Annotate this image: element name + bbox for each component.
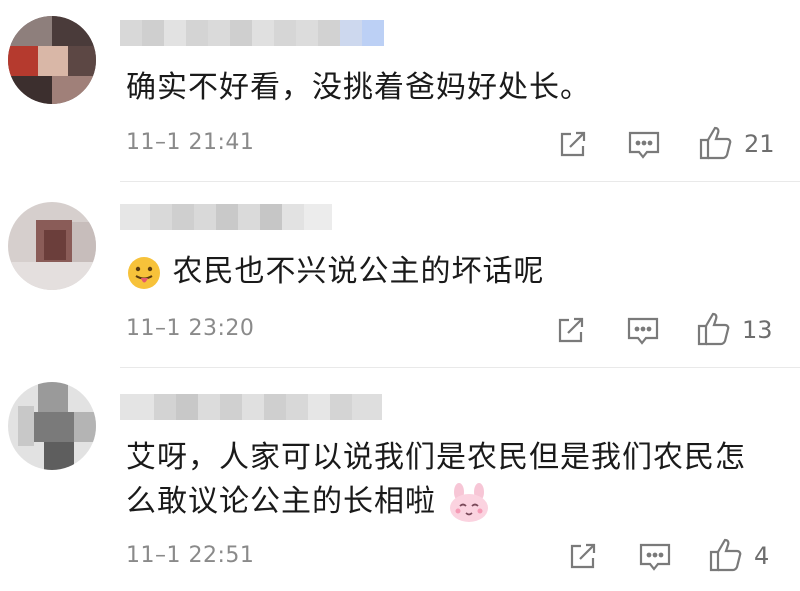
comment-item: 艾呀，人家可以说我们是农民但是我们农民怎 么敢议论公主的长相啦 11–1 22:… <box>0 368 800 591</box>
share-icon[interactable] <box>555 314 587 346</box>
comment-text-line: 艾呀，人家可以说我们是农民但是我们农民怎 <box>126 440 746 475</box>
comment-text: 确实不好看，没挑着爸妈好处长。 <box>126 62 591 114</box>
comment-time: 11–1 22:51 <box>126 543 255 568</box>
thumbs-up-icon[interactable] <box>696 311 732 347</box>
avatar[interactable] <box>8 16 96 104</box>
like-count: 21 <box>744 130 775 158</box>
avatar[interactable] <box>8 202 96 290</box>
comment-text: 农民也不兴说公主的坏话呢 <box>126 246 545 298</box>
like-count: 4 <box>754 542 770 570</box>
comment-text-line: 确实不好看，没挑着爸妈好处长。 <box>126 70 591 105</box>
username-blurred[interactable] <box>120 394 382 420</box>
comment-time: 11–1 21:41 <box>126 130 255 155</box>
share-icon[interactable] <box>567 540 599 572</box>
comment-icon[interactable] <box>626 314 660 346</box>
like-count: 13 <box>742 316 773 344</box>
avatar[interactable] <box>8 382 96 470</box>
share-icon[interactable] <box>557 128 589 160</box>
comment-time: 11–1 23:20 <box>126 316 255 341</box>
thumbs-up-icon[interactable] <box>698 125 734 161</box>
tongue-out-emoji <box>128 256 160 289</box>
thumbs-up-icon[interactable] <box>708 537 744 573</box>
username-blurred[interactable] <box>120 204 332 230</box>
comment-text: 么敢议论公主的长相啦 <box>126 476 491 528</box>
comment-text-line: 么敢议论公主的长相啦 <box>126 484 436 519</box>
username-blurred[interactable] <box>120 20 384 46</box>
pink-bunny-emoji <box>449 482 488 522</box>
comment-item: 农民也不兴说公主的坏话呢 11–1 23:20 13 <box>0 182 800 367</box>
comment-icon[interactable] <box>627 128 661 160</box>
comment-item: 确实不好看，没挑着爸妈好处长。 11–1 21:41 21 <box>0 0 800 180</box>
comment-icon[interactable] <box>638 540 672 572</box>
comment-text-line: 农民也不兴说公主的坏话呢 <box>172 254 545 289</box>
